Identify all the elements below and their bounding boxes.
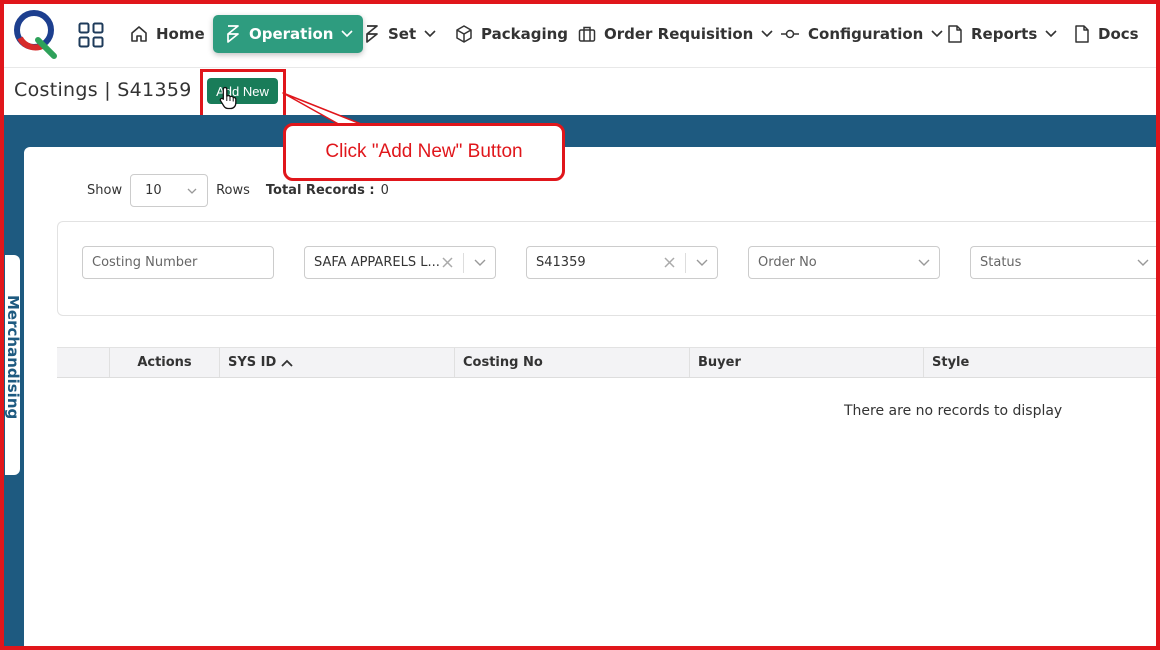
- operation-icon: [227, 25, 239, 43]
- order-no-select[interactable]: Order No: [748, 246, 940, 279]
- sidebar-tab-label: Merchandising: [5, 295, 20, 420]
- chevron-down-icon[interactable]: [696, 259, 708, 266]
- sidebar-tab-merchandising[interactable]: Merchandising: [5, 255, 20, 475]
- nav-configuration[interactable]: Configuration: [772, 15, 951, 53]
- nav-order-requisition[interactable]: Order Requisition: [570, 15, 781, 53]
- chevron-down-icon: [187, 188, 197, 194]
- nav-set-label: Set: [388, 25, 417, 43]
- column-label: Buyer: [698, 355, 741, 370]
- column-header-actions: Actions: [110, 348, 220, 377]
- nav-packaging-label: Packaging: [481, 25, 568, 43]
- page-header: Costings | S41359 | Add New: [4, 69, 1156, 120]
- chevron-down-icon[interactable]: [474, 259, 486, 266]
- order-no-placeholder: Order No: [758, 255, 817, 270]
- main-panel: Show 10 Rows Total Records : 0 Costing N…: [24, 147, 1158, 646]
- column-header-style[interactable]: Style: [924, 348, 1157, 377]
- nav-operation-label: Operation: [249, 25, 334, 43]
- commit-icon: [781, 29, 799, 39]
- rows-label: Rows: [216, 183, 250, 198]
- nav-docs-label: Docs: [1098, 25, 1139, 43]
- briefcase-icon: [578, 26, 596, 42]
- app-logo[interactable]: [14, 10, 58, 60]
- nav-home-label: Home: [156, 25, 205, 43]
- empty-state-message: There are no records to display: [844, 403, 1063, 419]
- chevron-down-icon[interactable]: [1137, 259, 1149, 266]
- column-header-sys-id[interactable]: SYS ID: [220, 348, 455, 377]
- column-header-buyer[interactable]: Buyer: [690, 348, 924, 377]
- style-select[interactable]: S41359: [526, 246, 718, 279]
- nav-order-requisition-label: Order Requisition: [604, 25, 754, 43]
- column-header-costing-no[interactable]: Costing No: [455, 348, 690, 377]
- chevron-down-icon: [341, 30, 354, 38]
- rows-per-page-value: 10: [145, 183, 162, 198]
- clear-icon[interactable]: [664, 257, 675, 268]
- costing-number-input[interactable]: Costing Number: [82, 246, 274, 279]
- page-title: Costings | S41359 |: [14, 79, 205, 101]
- buyer-select[interactable]: SAFA APPARELS L...: [304, 246, 496, 279]
- status-select[interactable]: Status: [970, 246, 1158, 279]
- filter-panel: Costing Number SAFA APPARELS L... S41359…: [57, 221, 1158, 316]
- column-label: Style: [932, 355, 970, 370]
- top-navbar: Home Operation Set Packaging Order Requi…: [4, 4, 1156, 68]
- rows-per-page-select[interactable]: 10: [130, 174, 209, 207]
- package-icon: [456, 25, 472, 43]
- nav-home[interactable]: Home: [122, 15, 213, 53]
- nav-configuration-label: Configuration: [808, 25, 924, 43]
- show-label: Show: [87, 183, 123, 198]
- nav-reports[interactable]: Reports: [939, 15, 1065, 53]
- column-label: Costing No: [463, 355, 543, 370]
- chevron-down-icon[interactable]: [918, 259, 930, 266]
- nav-operation[interactable]: Operation: [213, 15, 364, 53]
- costings-table: Actions SYS ID Costing No Buyer Style Th…: [57, 347, 1157, 419]
- total-records-label: Total Records :: [265, 183, 375, 198]
- set-icon: [366, 25, 378, 43]
- nav-docs[interactable]: Docs: [1066, 15, 1147, 53]
- style-value: S41359: [536, 255, 586, 270]
- home-icon: [131, 26, 147, 42]
- nav-set[interactable]: Set: [356, 15, 444, 53]
- clear-icon[interactable]: [442, 257, 453, 268]
- nav-packaging[interactable]: Packaging: [447, 15, 576, 53]
- document-icon: [948, 25, 962, 43]
- instruction-callout: Click "Add New" Button: [283, 123, 565, 181]
- document-icon: [1075, 25, 1089, 43]
- apps-grid-icon[interactable]: [78, 22, 104, 48]
- total-records-value: 0: [380, 183, 389, 198]
- column-label: Actions: [137, 355, 192, 370]
- buyer-value: SAFA APPARELS L...: [314, 255, 440, 270]
- hand-cursor-icon: [219, 86, 237, 110]
- costing-number-placeholder: Costing Number: [92, 255, 198, 270]
- column-header-select[interactable]: [57, 348, 110, 377]
- column-label: SYS ID: [228, 355, 277, 370]
- add-new-button[interactable]: Add New: [207, 78, 278, 104]
- chevron-down-icon: [424, 30, 436, 38]
- nav-reports-label: Reports: [971, 25, 1038, 43]
- table-header: Actions SYS ID Costing No Buyer Style: [57, 347, 1157, 378]
- sort-ascending-icon: [281, 359, 293, 367]
- chevron-down-icon: [1045, 30, 1057, 38]
- status-placeholder: Status: [980, 255, 1022, 270]
